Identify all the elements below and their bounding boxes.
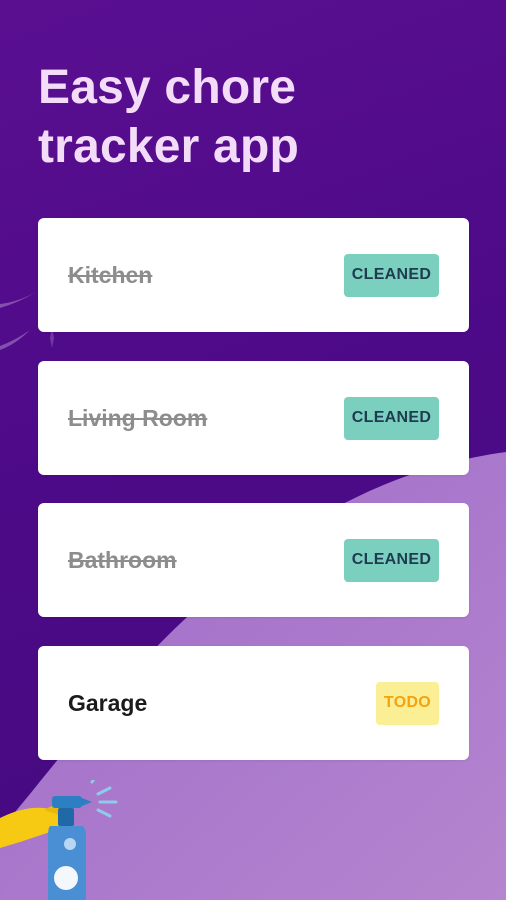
chore-card-garage[interactable]: Garage TODO (38, 646, 469, 760)
status-badge[interactable]: CLEANED (344, 538, 439, 582)
spray-bottle-icon (0, 780, 118, 900)
chore-name: Kitchen (68, 261, 153, 288)
status-badge[interactable]: CLEANED (344, 253, 439, 297)
chore-card-living-room[interactable]: Living Room CLEANED (38, 361, 469, 475)
chore-name: Garage (68, 689, 148, 716)
status-badge[interactable]: TODO (376, 681, 439, 725)
chore-card-kitchen[interactable]: Kitchen CLEANED (38, 218, 469, 332)
chore-name: Living Room (68, 404, 208, 431)
status-badge[interactable]: CLEANED (344, 396, 439, 440)
hero-title: Easy chore tracker app (38, 61, 299, 173)
chore-card-bathroom[interactable]: Bathroom CLEANED (38, 503, 469, 617)
chore-name: Bathroom (68, 546, 177, 573)
